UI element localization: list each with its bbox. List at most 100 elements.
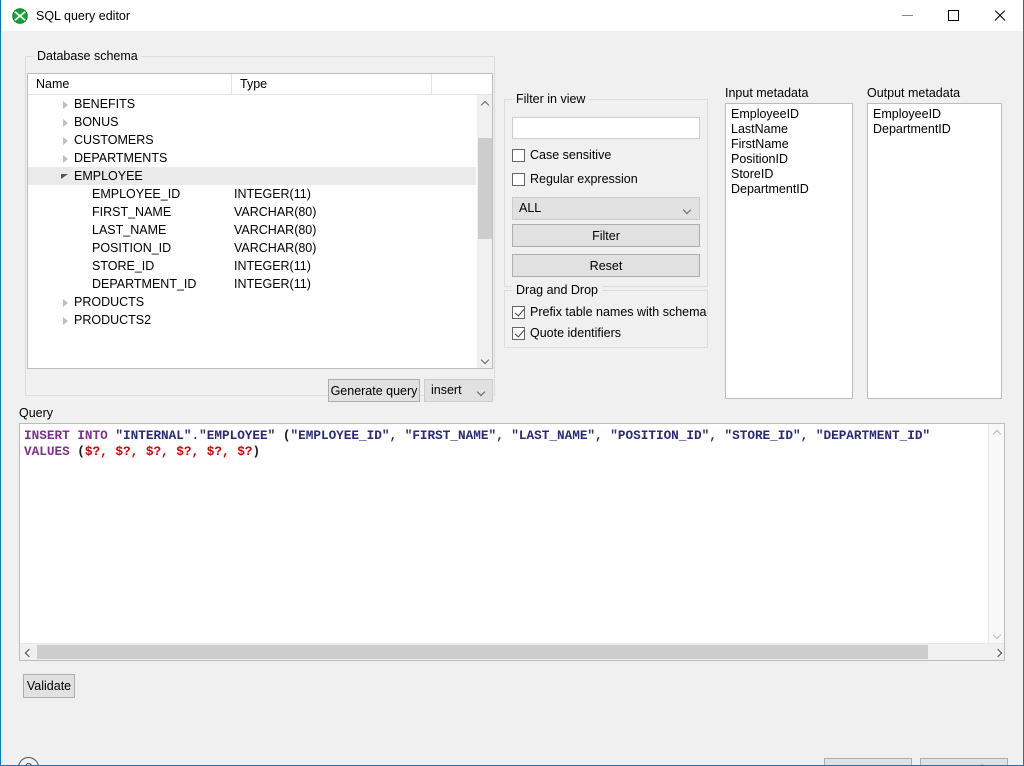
case-sensitive-checkbox[interactable]	[512, 149, 525, 162]
case-sensitive-checkbox-row[interactable]: Case sensitive	[512, 146, 611, 164]
schema-tree-vertical-scrollbar[interactable]	[476, 95, 492, 368]
close-button[interactable]	[976, 0, 1022, 31]
metadata-field-item[interactable]: LastName	[726, 122, 852, 137]
query-scroll-down-arrow-icon[interactable]	[989, 626, 1005, 643]
triangle-icon	[63, 317, 68, 325]
metadata-field-item[interactable]: DepartmentID	[868, 122, 1001, 137]
query-scroll-right-arrow-icon[interactable]	[989, 644, 1005, 660]
metadata-field-item[interactable]: FirstName	[726, 137, 852, 152]
tree-row-name: CUSTOMERS	[74, 131, 154, 149]
help-icon[interactable]: ?	[18, 757, 39, 766]
query-type-value: insert	[431, 383, 462, 397]
metadata-field-item[interactable]: StoreID	[726, 167, 852, 182]
title-bar: SQL query editor	[1, 0, 1023, 31]
metadata-field-item[interactable]: EmployeeID	[726, 107, 852, 122]
cancel-button[interactable]: Cancel	[920, 758, 1008, 766]
column-header-type[interactable]: Type	[232, 74, 432, 95]
tree-row[interactable]: POSITION_IDVARCHAR(80)	[28, 239, 476, 257]
scrollbar-thumb[interactable]	[478, 138, 492, 239]
tree-row[interactable]: PRODUCTS	[28, 293, 476, 311]
query-code-area[interactable]: INSERT INTO "INTERNAL"."EMPLOYEE" ("EMPL…	[20, 424, 988, 643]
tree-row-type: INTEGER(11)	[234, 257, 311, 275]
filter-scope-dropdown[interactable]: ALL	[512, 197, 700, 220]
query-editor[interactable]: INSERT INTO "INTERNAL"."EMPLOYEE" ("EMPL…	[19, 423, 1005, 661]
regular-expression-label: Regular expression	[530, 172, 638, 186]
quote-identifiers-checkbox[interactable]	[512, 327, 525, 340]
prefix-table-names-checkbox-row[interactable]: Prefix table names with schema	[512, 303, 706, 321]
tree-row[interactable]: FIRST_NAMEVARCHAR(80)	[28, 203, 476, 221]
query-line-2: VALUES ($?, $?, $?, $?, $?, $?)	[24, 444, 988, 460]
schema-tree-header: Name Type	[28, 74, 492, 95]
tree-expand-arrow-right-icon[interactable]	[60, 131, 72, 149]
tree-expand-arrow-right-icon[interactable]	[60, 95, 72, 113]
tree-row[interactable]: LAST_NAMEVARCHAR(80)	[28, 221, 476, 239]
tree-row[interactable]: BENEFITS	[28, 95, 476, 113]
regular-expression-checkbox-row[interactable]: Regular expression	[512, 170, 638, 188]
column-header-name[interactable]: Name	[28, 74, 232, 95]
sql-query-editor-window: SQL query editor Database schema Name Ty…	[0, 0, 1024, 766]
minimize-button[interactable]	[884, 0, 930, 31]
ok-button[interactable]: OK	[824, 758, 912, 766]
tree-row[interactable]: EMPLOYEE_IDINTEGER(11)	[28, 185, 476, 203]
tree-expand-arrow-right-icon[interactable]	[60, 293, 72, 311]
column-header-extra[interactable]	[432, 74, 491, 95]
reset-button[interactable]: Reset	[512, 254, 700, 277]
minimize-icon	[902, 15, 913, 16]
tree-row-type: VARCHAR(80)	[234, 239, 316, 257]
query-line-1: INSERT INTO "INTERNAL"."EMPLOYEE" ("EMPL…	[24, 428, 988, 444]
regular-expression-checkbox[interactable]	[512, 173, 525, 186]
query-scroll-left-arrow-icon[interactable]	[20, 644, 37, 660]
tree-row-name: BENEFITS	[74, 95, 135, 113]
tree-row[interactable]: DEPARTMENTS	[28, 149, 476, 167]
tree-row-type: INTEGER(11)	[234, 185, 311, 203]
quote-identifiers-checkbox-row[interactable]: Quote identifiers	[512, 324, 621, 342]
tree-row-type: INTEGER(11)	[234, 275, 311, 293]
tree-row[interactable]: PRODUCTS2	[28, 311, 476, 329]
chevron-down-icon	[477, 388, 485, 396]
tree-row[interactable]: CUSTOMERS	[28, 131, 476, 149]
scroll-up-arrow-icon[interactable]	[477, 95, 493, 112]
tree-expand-arrow-right-icon[interactable]	[60, 113, 72, 131]
sql-paren-open: (	[275, 428, 290, 443]
query-horizontal-scrollbar[interactable]	[20, 643, 1005, 660]
prefix-table-names-checkbox[interactable]	[512, 306, 525, 319]
output-metadata-list[interactable]: EmployeeIDDepartmentID	[867, 103, 1002, 399]
output-metadata-label: Output metadata	[867, 86, 960, 100]
tree-row[interactable]: DEPARTMENT_IDINTEGER(11)	[28, 275, 476, 293]
sql-keyword-values: VALUES	[24, 444, 77, 459]
tree-row-name: FIRST_NAME	[92, 203, 171, 221]
query-type-dropdown[interactable]: insert	[424, 379, 493, 402]
metadata-field-item[interactable]: EmployeeID	[868, 107, 1001, 122]
sql-parameter-placeholders: $?, $?, $?, $?, $?, $?	[85, 444, 253, 459]
close-icon	[993, 9, 1006, 22]
tree-row-name: EMPLOYEE	[74, 167, 143, 185]
schema-tree[interactable]: Name Type BENEFITSBONUSCUSTOMERSDEPARTME…	[27, 73, 493, 369]
triangle-icon	[61, 174, 68, 179]
query-scroll-up-arrow-icon[interactable]	[989, 424, 1005, 441]
tree-row[interactable]: BONUS	[28, 113, 476, 131]
query-vertical-scrollbar[interactable]	[988, 424, 1004, 643]
filter-text-input[interactable]	[512, 117, 700, 139]
filter-scope-value: ALL	[519, 201, 541, 215]
generate-query-button[interactable]: Generate query	[328, 379, 420, 402]
input-metadata-list[interactable]: EmployeeIDLastNameFirstNamePositionIDSto…	[725, 103, 853, 399]
maximize-button[interactable]	[930, 0, 976, 31]
metadata-field-item[interactable]: DepartmentID	[726, 182, 852, 197]
query-label: Query	[19, 406, 53, 420]
triangle-icon	[63, 101, 68, 109]
tree-row-name: BONUS	[74, 113, 118, 131]
tree-expand-arrow-right-icon[interactable]	[60, 149, 72, 167]
filter-button[interactable]: Filter	[512, 224, 700, 247]
tree-row[interactable]: STORE_ID INTEGER(11)	[28, 257, 476, 275]
tree-row-name: PRODUCTS	[74, 293, 144, 311]
schema-tree-body[interactable]: BENEFITSBONUSCUSTOMERSDEPARTMENTSEMPLOYE…	[28, 95, 476, 368]
query-horizontal-scrollbar-thumb[interactable]	[37, 645, 928, 659]
triangle-icon	[63, 299, 68, 307]
metadata-field-item[interactable]: PositionID	[726, 152, 852, 167]
tree-row-name: STORE_ID	[92, 257, 154, 275]
tree-expand-arrow-right-icon[interactable]	[60, 311, 72, 329]
scroll-down-arrow-icon[interactable]	[477, 351, 493, 368]
tree-row[interactable]: EMPLOYEE	[28, 167, 476, 185]
validate-button[interactable]: Validate	[23, 674, 75, 698]
tree-expand-arrow-down-icon[interactable]	[60, 167, 72, 185]
